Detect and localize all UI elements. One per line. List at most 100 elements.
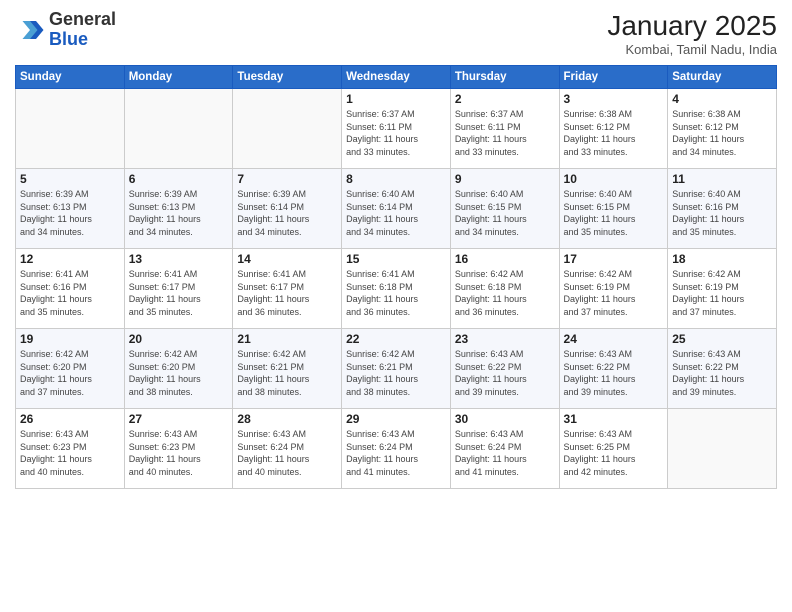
- day-info: Sunrise: 6:43 AM Sunset: 6:23 PM Dayligh…: [129, 428, 229, 478]
- day-info: Sunrise: 6:41 AM Sunset: 6:17 PM Dayligh…: [129, 268, 229, 318]
- calendar-header-row: SundayMondayTuesdayWednesdayThursdayFrid…: [16, 66, 777, 89]
- day-number: 10: [564, 172, 664, 186]
- subtitle: Kombai, Tamil Nadu, India: [607, 42, 777, 57]
- day-info: Sunrise: 6:40 AM Sunset: 6:15 PM Dayligh…: [564, 188, 664, 238]
- day-info: Sunrise: 6:39 AM Sunset: 6:13 PM Dayligh…: [129, 188, 229, 238]
- day-number: 22: [346, 332, 446, 346]
- day-number: 16: [455, 252, 555, 266]
- day-number: 13: [129, 252, 229, 266]
- day-number: 3: [564, 92, 664, 106]
- day-info: Sunrise: 6:42 AM Sunset: 6:21 PM Dayligh…: [237, 348, 337, 398]
- day-info: Sunrise: 6:43 AM Sunset: 6:23 PM Dayligh…: [20, 428, 120, 478]
- day-cell: 3 Sunrise: 6:38 AM Sunset: 6:12 PM Daylig…: [559, 89, 668, 169]
- month-title: January 2025: [607, 10, 777, 42]
- day-cell: 16Sunrise: 6:42 AM Sunset: 6:18 PM Dayli…: [450, 249, 559, 329]
- day-cell: 15 Sunrise: 6:41 AM Sunset: 6:18 PM Dayli…: [342, 249, 451, 329]
- logo-text: General Blue: [49, 10, 116, 50]
- logo-blue: Blue: [49, 29, 88, 49]
- day-number: 11: [672, 172, 772, 186]
- header: General Blue January 2025 Kombai, Tamil …: [15, 10, 777, 57]
- day-number: 21: [237, 332, 337, 346]
- page: General Blue January 2025 Kombai, Tamil …: [0, 0, 792, 612]
- day-number: 25: [672, 332, 772, 346]
- logo-icon: [15, 15, 45, 45]
- col-header-wednesday: Wednesday: [342, 66, 451, 89]
- day-cell: 2Sunrise: 6:37 AM Sunset: 6:11 PM Daylig…: [450, 89, 559, 169]
- week-row-2: 5 Sunrise: 6:39 AM Sunset: 6:13 PM Daylig…: [16, 169, 777, 249]
- week-row-5: 26 Sunrise: 6:43 AM Sunset: 6:23 PM Dayli…: [16, 409, 777, 489]
- day-number: 27: [129, 412, 229, 426]
- day-number: 15: [346, 252, 446, 266]
- calendar: SundayMondayTuesdayWednesdayThursdayFrid…: [15, 65, 777, 489]
- day-number: 2: [455, 92, 555, 106]
- logo-general: General: [49, 9, 116, 29]
- day-cell: [124, 89, 233, 169]
- day-cell: 18Sunrise: 6:42 AM Sunset: 6:19 PM Dayli…: [668, 249, 777, 329]
- col-header-monday: Monday: [124, 66, 233, 89]
- day-number: 9: [455, 172, 555, 186]
- day-info: Sunrise: 6:43 AM Sunset: 6:22 PM Dayligh…: [672, 348, 772, 398]
- day-info: Sunrise: 6:41 AM Sunset: 6:18 PM Dayligh…: [346, 268, 446, 318]
- day-info: Sunrise: 6:43 AM Sunset: 6:24 PM Dayligh…: [455, 428, 555, 478]
- day-number: 28: [237, 412, 337, 426]
- col-header-sunday: Sunday: [16, 66, 125, 89]
- day-info: Sunrise: 6:42 AM Sunset: 6:19 PM Dayligh…: [672, 268, 772, 318]
- day-info: Sunrise: 6:40 AM Sunset: 6:14 PM Dayligh…: [346, 188, 446, 238]
- day-info: Sunrise: 6:42 AM Sunset: 6:20 PM Dayligh…: [20, 348, 120, 398]
- day-cell: 19 Sunrise: 6:42 AM Sunset: 6:20 PM Dayli…: [16, 329, 125, 409]
- title-block: January 2025 Kombai, Tamil Nadu, India: [607, 10, 777, 57]
- day-cell: 26 Sunrise: 6:43 AM Sunset: 6:23 PM Dayli…: [16, 409, 125, 489]
- col-header-tuesday: Tuesday: [233, 66, 342, 89]
- day-number: 6: [129, 172, 229, 186]
- day-number: 5: [20, 172, 120, 186]
- day-info: Sunrise: 6:40 AM Sunset: 6:16 PM Dayligh…: [672, 188, 772, 238]
- day-cell: 1 Sunrise: 6:37 AM Sunset: 6:11 PM Daylig…: [342, 89, 451, 169]
- col-header-saturday: Saturday: [668, 66, 777, 89]
- logo: General Blue: [15, 10, 116, 50]
- day-cell: 6 Sunrise: 6:39 AM Sunset: 6:13 PM Daylig…: [124, 169, 233, 249]
- day-number: 14: [237, 252, 337, 266]
- day-number: 1: [346, 92, 446, 106]
- day-number: 20: [129, 332, 229, 346]
- day-cell: [233, 89, 342, 169]
- day-info: Sunrise: 6:43 AM Sunset: 6:25 PM Dayligh…: [564, 428, 664, 478]
- day-number: 19: [20, 332, 120, 346]
- day-number: 24: [564, 332, 664, 346]
- day-info: Sunrise: 6:39 AM Sunset: 6:13 PM Dayligh…: [20, 188, 120, 238]
- day-info: Sunrise: 6:43 AM Sunset: 6:24 PM Dayligh…: [237, 428, 337, 478]
- day-cell: 20 Sunrise: 6:42 AM Sunset: 6:20 PM Dayli…: [124, 329, 233, 409]
- day-info: Sunrise: 6:43 AM Sunset: 6:24 PM Dayligh…: [346, 428, 446, 478]
- day-number: 30: [455, 412, 555, 426]
- day-cell: 23 Sunrise: 6:43 AM Sunset: 6:22 PM Dayli…: [450, 329, 559, 409]
- day-number: 12: [20, 252, 120, 266]
- week-row-3: 12 Sunrise: 6:41 AM Sunset: 6:16 PM Dayli…: [16, 249, 777, 329]
- day-cell: 4Sunrise: 6:38 AM Sunset: 6:12 PM Daylig…: [668, 89, 777, 169]
- day-info: Sunrise: 6:39 AM Sunset: 6:14 PM Dayligh…: [237, 188, 337, 238]
- day-number: 26: [20, 412, 120, 426]
- day-cell: 29 Sunrise: 6:43 AM Sunset: 6:24 PM Dayli…: [342, 409, 451, 489]
- day-cell: 5 Sunrise: 6:39 AM Sunset: 6:13 PM Daylig…: [16, 169, 125, 249]
- day-cell: 17Sunrise: 6:42 AM Sunset: 6:19 PM Dayli…: [559, 249, 668, 329]
- day-cell: 24 Sunrise: 6:43 AM Sunset: 6:22 PM Dayli…: [559, 329, 668, 409]
- day-cell: 21 Sunrise: 6:42 AM Sunset: 6:21 PM Dayli…: [233, 329, 342, 409]
- day-info: Sunrise: 6:42 AM Sunset: 6:20 PM Dayligh…: [129, 348, 229, 398]
- day-cell: 22 Sunrise: 6:42 AM Sunset: 6:21 PM Dayli…: [342, 329, 451, 409]
- col-header-friday: Friday: [559, 66, 668, 89]
- day-cell: 10 Sunrise: 6:40 AM Sunset: 6:15 PM Dayli…: [559, 169, 668, 249]
- day-info: Sunrise: 6:41 AM Sunset: 6:16 PM Dayligh…: [20, 268, 120, 318]
- day-cell: 12 Sunrise: 6:41 AM Sunset: 6:16 PM Dayli…: [16, 249, 125, 329]
- day-cell: 27 Sunrise: 6:43 AM Sunset: 6:23 PM Dayli…: [124, 409, 233, 489]
- day-info: Sunrise: 6:42 AM Sunset: 6:21 PM Dayligh…: [346, 348, 446, 398]
- day-number: 23: [455, 332, 555, 346]
- day-number: 4: [672, 92, 772, 106]
- day-number: 31: [564, 412, 664, 426]
- day-number: 29: [346, 412, 446, 426]
- day-info: Sunrise: 6:37 AM Sunset: 6:11 PM Dayligh…: [346, 108, 446, 158]
- day-cell: 31 Sunrise: 6:43 AM Sunset: 6:25 PM Dayli…: [559, 409, 668, 489]
- day-cell: [668, 409, 777, 489]
- day-info: Sunrise: 6:43 AM Sunset: 6:22 PM Dayligh…: [455, 348, 555, 398]
- day-info: Sunrise: 6:43 AM Sunset: 6:22 PM Dayligh…: [564, 348, 664, 398]
- day-cell: 9Sunrise: 6:40 AM Sunset: 6:15 PM Daylig…: [450, 169, 559, 249]
- day-cell: 25 Sunrise: 6:43 AM Sunset: 6:22 PM Dayli…: [668, 329, 777, 409]
- day-info: Sunrise: 6:38 AM Sunset: 6:12 PM Dayligh…: [564, 108, 664, 158]
